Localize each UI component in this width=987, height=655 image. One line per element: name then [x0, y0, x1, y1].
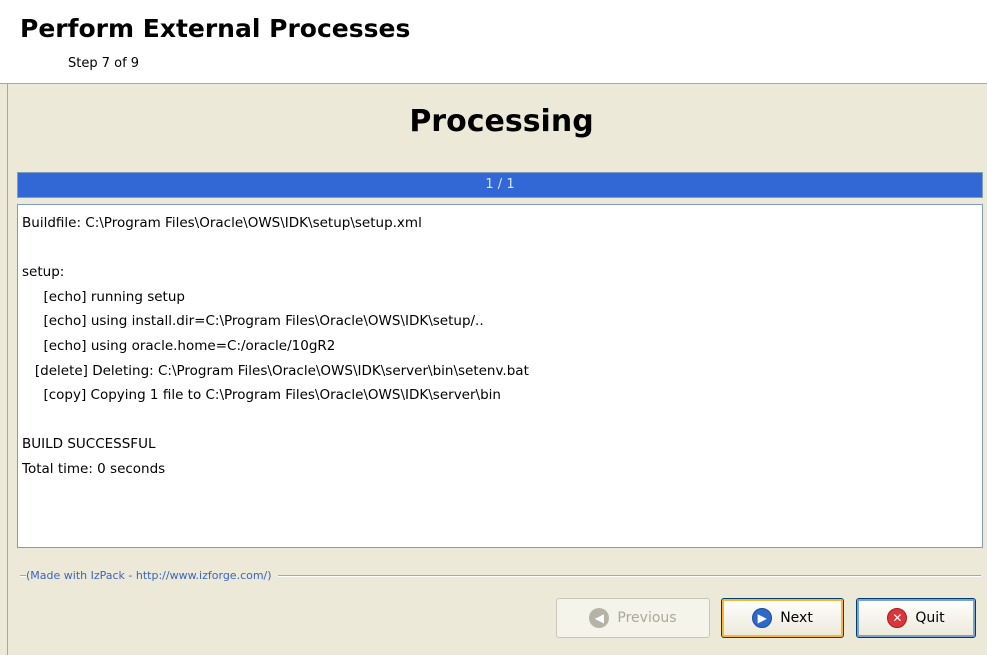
step-indicator: Step 7 of 9 [68, 56, 140, 71]
log-line: [echo] using oracle.home=C:/oracle/10gR2 [22, 337, 336, 354]
arrow-left-icon: ◀ [589, 608, 610, 628]
installer-window: Perform External Processes Step 7 of 9 P… [0, 0, 987, 655]
log-line: [copy] Copying 1 file to C:\Program File… [22, 387, 501, 404]
next-button-label: Next [780, 610, 813, 626]
close-icon: ✕ [887, 608, 908, 628]
arrow-right-icon: ▶ [752, 608, 773, 628]
izpack-credit: (Made with IzPack - http://www.izforge.c… [26, 569, 278, 582]
log-line: [echo] running setup [22, 288, 185, 305]
progress-text: 1 / 1 [485, 177, 515, 192]
progress-bar: 1 / 1 [17, 172, 983, 198]
log-line: BUILD SUCCESSFUL [22, 436, 156, 453]
quit-button[interactable]: ✕ Quit [856, 598, 976, 638]
log-line: Buildfile: C:\Program Files\Oracle\OWS\I… [22, 215, 422, 231]
header-title: Perform External Processes [20, 14, 411, 43]
log-line: setup: [22, 264, 65, 281]
log-line: Total time: 0 seconds [22, 460, 166, 477]
previous-button[interactable]: ◀ Previous [556, 598, 710, 638]
log-output[interactable]: Buildfile: C:\Program Files\Oracle\OWS\I… [17, 204, 983, 548]
left-frame-line [7, 83, 8, 655]
previous-button-label: Previous [617, 610, 677, 626]
log-line: [delete] Deleting: C:\Program Files\Orac… [22, 362, 529, 379]
quit-button-label: Quit [915, 610, 945, 626]
page-title: Processing [409, 104, 594, 139]
next-button[interactable]: ▶ Next [721, 598, 844, 638]
log-line: [echo] using install.dir=C:\Program File… [22, 313, 484, 330]
header-panel: Perform External Processes Step 7 of 9 [0, 0, 987, 84]
